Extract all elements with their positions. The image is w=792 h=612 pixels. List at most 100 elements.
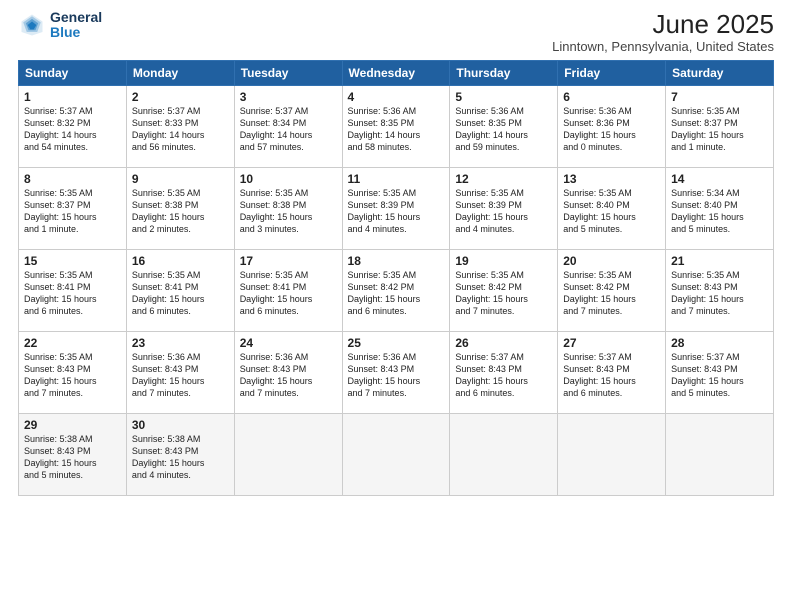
day-number: 27: [563, 336, 660, 350]
calendar-header-sunday: Sunday: [19, 60, 127, 85]
day-number: 11: [348, 172, 445, 186]
day-info: Sunrise: 5:35 AM Sunset: 8:38 PM Dayligh…: [132, 187, 229, 236]
logo-blue: Blue: [50, 25, 102, 40]
day-info: Sunrise: 5:36 AM Sunset: 8:36 PM Dayligh…: [563, 105, 660, 154]
calendar-cell-30: 30Sunrise: 5:38 AM Sunset: 8:43 PM Dayli…: [126, 413, 234, 495]
calendar-cell-7: 7Sunrise: 5:35 AM Sunset: 8:37 PM Daylig…: [666, 85, 774, 167]
day-number: 12: [455, 172, 552, 186]
calendar-cell-empty: [666, 413, 774, 495]
calendar-cell-18: 18Sunrise: 5:35 AM Sunset: 8:42 PM Dayli…: [342, 249, 450, 331]
calendar-cell-19: 19Sunrise: 5:35 AM Sunset: 8:42 PM Dayli…: [450, 249, 558, 331]
day-number: 23: [132, 336, 229, 350]
day-number: 1: [24, 90, 121, 104]
calendar-cell-8: 8Sunrise: 5:35 AM Sunset: 8:37 PM Daylig…: [19, 167, 127, 249]
calendar-cell-16: 16Sunrise: 5:35 AM Sunset: 8:41 PM Dayli…: [126, 249, 234, 331]
day-number: 25: [348, 336, 445, 350]
month-title: June 2025: [552, 10, 774, 39]
calendar-header-tuesday: Tuesday: [234, 60, 342, 85]
day-number: 19: [455, 254, 552, 268]
day-number: 18: [348, 254, 445, 268]
day-number: 4: [348, 90, 445, 104]
calendar-cell-22: 22Sunrise: 5:35 AM Sunset: 8:43 PM Dayli…: [19, 331, 127, 413]
calendar-header-monday: Monday: [126, 60, 234, 85]
day-info: Sunrise: 5:34 AM Sunset: 8:40 PM Dayligh…: [671, 187, 768, 236]
calendar-cell-6: 6Sunrise: 5:36 AM Sunset: 8:36 PM Daylig…: [558, 85, 666, 167]
calendar-cell-26: 26Sunrise: 5:37 AM Sunset: 8:43 PM Dayli…: [450, 331, 558, 413]
calendar-header-row: SundayMondayTuesdayWednesdayThursdayFrid…: [19, 60, 774, 85]
calendar-header-saturday: Saturday: [666, 60, 774, 85]
logo-icon: [18, 11, 46, 39]
day-info: Sunrise: 5:35 AM Sunset: 8:41 PM Dayligh…: [24, 269, 121, 318]
calendar-cell-15: 15Sunrise: 5:35 AM Sunset: 8:41 PM Dayli…: [19, 249, 127, 331]
calendar-week-4: 22Sunrise: 5:35 AM Sunset: 8:43 PM Dayli…: [19, 331, 774, 413]
day-number: 3: [240, 90, 337, 104]
day-info: Sunrise: 5:37 AM Sunset: 8:43 PM Dayligh…: [455, 351, 552, 400]
day-info: Sunrise: 5:35 AM Sunset: 8:40 PM Dayligh…: [563, 187, 660, 236]
day-info: Sunrise: 5:36 AM Sunset: 8:43 PM Dayligh…: [132, 351, 229, 400]
day-info: Sunrise: 5:36 AM Sunset: 8:35 PM Dayligh…: [348, 105, 445, 154]
day-info: Sunrise: 5:38 AM Sunset: 8:43 PM Dayligh…: [132, 433, 229, 482]
day-info: Sunrise: 5:35 AM Sunset: 8:41 PM Dayligh…: [240, 269, 337, 318]
calendar-cell-3: 3Sunrise: 5:37 AM Sunset: 8:34 PM Daylig…: [234, 85, 342, 167]
page: General Blue June 2025 Linntown, Pennsyl…: [0, 0, 792, 612]
calendar-cell-empty: [558, 413, 666, 495]
calendar-cell-23: 23Sunrise: 5:36 AM Sunset: 8:43 PM Dayli…: [126, 331, 234, 413]
day-info: Sunrise: 5:36 AM Sunset: 8:43 PM Dayligh…: [348, 351, 445, 400]
day-info: Sunrise: 5:37 AM Sunset: 8:43 PM Dayligh…: [671, 351, 768, 400]
calendar-cell-28: 28Sunrise: 5:37 AM Sunset: 8:43 PM Dayli…: [666, 331, 774, 413]
calendar-cell-4: 4Sunrise: 5:36 AM Sunset: 8:35 PM Daylig…: [342, 85, 450, 167]
calendar-week-1: 1Sunrise: 5:37 AM Sunset: 8:32 PM Daylig…: [19, 85, 774, 167]
day-number: 29: [24, 418, 121, 432]
calendar-cell-9: 9Sunrise: 5:35 AM Sunset: 8:38 PM Daylig…: [126, 167, 234, 249]
calendar-cell-12: 12Sunrise: 5:35 AM Sunset: 8:39 PM Dayli…: [450, 167, 558, 249]
day-info: Sunrise: 5:35 AM Sunset: 8:41 PM Dayligh…: [132, 269, 229, 318]
day-number: 20: [563, 254, 660, 268]
day-number: 30: [132, 418, 229, 432]
day-number: 8: [24, 172, 121, 186]
day-info: Sunrise: 5:35 AM Sunset: 8:39 PM Dayligh…: [455, 187, 552, 236]
calendar-cell-13: 13Sunrise: 5:35 AM Sunset: 8:40 PM Dayli…: [558, 167, 666, 249]
calendar-cell-empty: [450, 413, 558, 495]
calendar-cell-10: 10Sunrise: 5:35 AM Sunset: 8:38 PM Dayli…: [234, 167, 342, 249]
day-info: Sunrise: 5:36 AM Sunset: 8:43 PM Dayligh…: [240, 351, 337, 400]
calendar-cell-25: 25Sunrise: 5:36 AM Sunset: 8:43 PM Dayli…: [342, 331, 450, 413]
calendar-week-5: 29Sunrise: 5:38 AM Sunset: 8:43 PM Dayli…: [19, 413, 774, 495]
calendar-cell-20: 20Sunrise: 5:35 AM Sunset: 8:42 PM Dayli…: [558, 249, 666, 331]
calendar-week-3: 15Sunrise: 5:35 AM Sunset: 8:41 PM Dayli…: [19, 249, 774, 331]
day-info: Sunrise: 5:38 AM Sunset: 8:43 PM Dayligh…: [24, 433, 121, 482]
day-info: Sunrise: 5:37 AM Sunset: 8:43 PM Dayligh…: [563, 351, 660, 400]
day-info: Sunrise: 5:35 AM Sunset: 8:42 PM Dayligh…: [455, 269, 552, 318]
calendar-week-2: 8Sunrise: 5:35 AM Sunset: 8:37 PM Daylig…: [19, 167, 774, 249]
calendar-table: SundayMondayTuesdayWednesdayThursdayFrid…: [18, 60, 774, 496]
calendar-cell-27: 27Sunrise: 5:37 AM Sunset: 8:43 PM Dayli…: [558, 331, 666, 413]
day-number: 9: [132, 172, 229, 186]
calendar-cell-2: 2Sunrise: 5:37 AM Sunset: 8:33 PM Daylig…: [126, 85, 234, 167]
day-number: 15: [24, 254, 121, 268]
day-info: Sunrise: 5:35 AM Sunset: 8:43 PM Dayligh…: [671, 269, 768, 318]
day-number: 13: [563, 172, 660, 186]
day-info: Sunrise: 5:36 AM Sunset: 8:35 PM Dayligh…: [455, 105, 552, 154]
day-info: Sunrise: 5:35 AM Sunset: 8:39 PM Dayligh…: [348, 187, 445, 236]
day-number: 28: [671, 336, 768, 350]
day-number: 7: [671, 90, 768, 104]
day-number: 14: [671, 172, 768, 186]
day-number: 24: [240, 336, 337, 350]
day-number: 2: [132, 90, 229, 104]
day-number: 10: [240, 172, 337, 186]
day-number: 22: [24, 336, 121, 350]
calendar-cell-17: 17Sunrise: 5:35 AM Sunset: 8:41 PM Dayli…: [234, 249, 342, 331]
logo-general: General: [50, 10, 102, 25]
location: Linntown, Pennsylvania, United States: [552, 39, 774, 54]
day-info: Sunrise: 5:35 AM Sunset: 8:42 PM Dayligh…: [563, 269, 660, 318]
calendar-header-wednesday: Wednesday: [342, 60, 450, 85]
day-info: Sunrise: 5:37 AM Sunset: 8:32 PM Dayligh…: [24, 105, 121, 154]
day-number: 17: [240, 254, 337, 268]
day-number: 6: [563, 90, 660, 104]
title-block: June 2025 Linntown, Pennsylvania, United…: [552, 10, 774, 54]
calendar-cell-1: 1Sunrise: 5:37 AM Sunset: 8:32 PM Daylig…: [19, 85, 127, 167]
day-number: 5: [455, 90, 552, 104]
logo: General Blue: [18, 10, 102, 41]
day-info: Sunrise: 5:37 AM Sunset: 8:34 PM Dayligh…: [240, 105, 337, 154]
day-info: Sunrise: 5:37 AM Sunset: 8:33 PM Dayligh…: [132, 105, 229, 154]
day-info: Sunrise: 5:35 AM Sunset: 8:37 PM Dayligh…: [671, 105, 768, 154]
